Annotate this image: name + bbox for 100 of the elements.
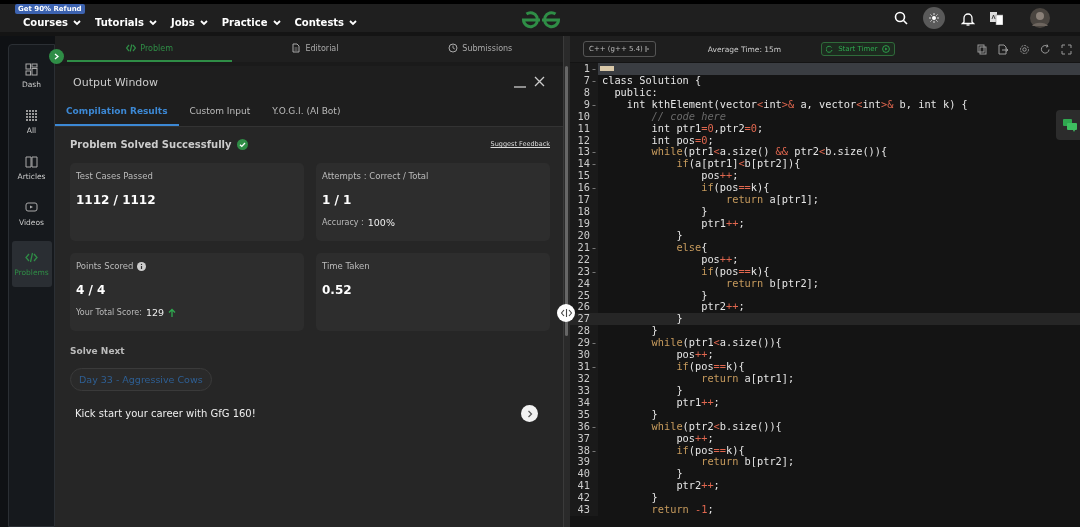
code-line: if(pos==k){ xyxy=(675,444,745,457)
line-number: 38 xyxy=(577,444,590,457)
settings-icon[interactable] xyxy=(1019,43,1030,55)
code-line: } xyxy=(700,289,708,302)
line-number: 37 xyxy=(577,432,590,445)
code-line: return b[ptr2]; xyxy=(726,277,819,290)
code-line: if(pos==k){ xyxy=(700,182,770,195)
code-icon xyxy=(560,309,572,317)
line-number: 22 xyxy=(577,253,590,266)
window-title: Output Window xyxy=(73,75,160,89)
avatar[interactable] xyxy=(1030,8,1050,28)
bell-icon[interactable] xyxy=(961,10,975,26)
refresh-icon[interactable] xyxy=(1040,43,1051,55)
line-number: 41 xyxy=(577,480,590,493)
code-line: ptr1++; xyxy=(675,396,720,409)
code-line: return a[ptr1]; xyxy=(701,372,795,385)
info-icon[interactable] xyxy=(137,261,147,271)
code-line: return -1; xyxy=(650,504,714,517)
line-number: 29 xyxy=(577,337,590,350)
line-number: 16 xyxy=(577,182,590,195)
detail-label: Your Total Score: xyxy=(76,308,142,317)
document-icon xyxy=(291,43,302,53)
status-message: Problem Solved Successfully xyxy=(70,138,232,150)
line-number: 11 xyxy=(577,122,590,135)
line-number: 13 xyxy=(577,146,590,159)
clock-icon xyxy=(448,43,459,53)
code-line: if(pos==k){ xyxy=(675,361,745,373)
code-line: ptr1++; xyxy=(700,218,745,230)
tab[interactable]: Compilation Results xyxy=(55,98,179,126)
line-number: 24 xyxy=(577,277,590,290)
tab[interactable]: Editorial xyxy=(232,36,398,62)
card-value: 0.52 xyxy=(322,283,353,297)
file-arrow-icon[interactable] xyxy=(998,43,1009,55)
nav-link[interactable]: Courses xyxy=(23,17,82,28)
code-line: ptr2++; xyxy=(675,480,720,493)
copy-icon[interactable] xyxy=(977,43,988,55)
detail-value: 100% xyxy=(367,217,395,228)
code-line: if(pos==k){ xyxy=(700,265,770,278)
chevron-right-icon xyxy=(526,409,533,418)
card-value: 1 / 1 xyxy=(322,193,353,207)
minimize-icon xyxy=(514,86,526,88)
line-number: 39 xyxy=(577,456,590,469)
card-value: 4 / 4 xyxy=(76,283,107,297)
tab[interactable]: Custom Input xyxy=(178,98,262,126)
code-line: pos++; xyxy=(675,349,714,362)
code-line: while(ptr2<b.size()){ xyxy=(650,420,782,433)
line-number: 9 xyxy=(583,98,590,111)
code-line: pos++; xyxy=(701,253,739,266)
detail-value: 129 xyxy=(145,307,165,318)
fullscreen-icon[interactable] xyxy=(1061,43,1072,55)
code-icon xyxy=(25,251,38,264)
line-number: 28 xyxy=(577,325,590,338)
chevron-down-icon xyxy=(198,18,209,27)
code-line: } xyxy=(675,468,683,481)
next-button[interactable] xyxy=(521,405,538,422)
code-line: ptr2++; xyxy=(700,301,745,314)
code-line: public: xyxy=(613,86,658,99)
line-number: 25 xyxy=(577,289,590,302)
refresh-icon xyxy=(826,45,835,53)
line-number: 14 xyxy=(577,158,590,171)
section-heading: Solve Next xyxy=(70,346,126,356)
tab[interactable]: Submissions xyxy=(397,36,563,62)
line-number: 26 xyxy=(577,301,590,314)
detail-label: Accuracy : xyxy=(322,218,364,227)
line-number: 7 xyxy=(583,74,590,87)
code-line: class Solution { xyxy=(601,74,702,87)
line-number: 31 xyxy=(577,361,590,373)
promo-text: Kick start your career with GfG 160! xyxy=(75,408,257,419)
nav-link[interactable]: Tutorials xyxy=(94,17,158,28)
card-label: Test Cases Passed xyxy=(76,171,153,181)
card-label: Attempts : Correct / Total xyxy=(322,171,429,181)
line-number: 27 xyxy=(577,313,590,326)
line-number: 17 xyxy=(577,194,590,207)
translate-icon[interactable] xyxy=(990,11,1003,25)
line-number: 43 xyxy=(577,504,590,517)
video-icon xyxy=(25,201,38,214)
nav-link[interactable]: Contests xyxy=(294,17,359,28)
line-number: 30 xyxy=(577,349,590,362)
chat-button[interactable] xyxy=(1056,110,1080,140)
line-number: 35 xyxy=(577,408,590,421)
sun-icon xyxy=(929,13,939,23)
close-icon xyxy=(534,75,545,87)
code-line: } xyxy=(700,206,708,218)
dots-grid-icon xyxy=(25,109,38,122)
logo-icon[interactable] xyxy=(521,10,561,30)
code-line: else{ xyxy=(675,241,708,254)
play-circle-icon xyxy=(881,45,890,53)
tab[interactable]: Y.O.G.I. (AI Bot) xyxy=(261,98,352,126)
nav-link[interactable]: Jobs xyxy=(170,17,209,28)
theme-toggle[interactable] xyxy=(923,7,945,29)
search-icon[interactable] xyxy=(894,11,908,25)
card-value: 1112 / 1112 xyxy=(76,193,157,207)
code-line: pos++; xyxy=(700,170,739,183)
grid-icon xyxy=(25,63,38,76)
nav-link[interactable]: Practice xyxy=(221,17,282,28)
tab[interactable]: Problem xyxy=(67,36,233,62)
line-number: 15 xyxy=(577,170,590,183)
chevron-right-icon xyxy=(53,53,60,60)
line-number: 34 xyxy=(577,396,590,409)
code-line: } xyxy=(675,313,683,326)
